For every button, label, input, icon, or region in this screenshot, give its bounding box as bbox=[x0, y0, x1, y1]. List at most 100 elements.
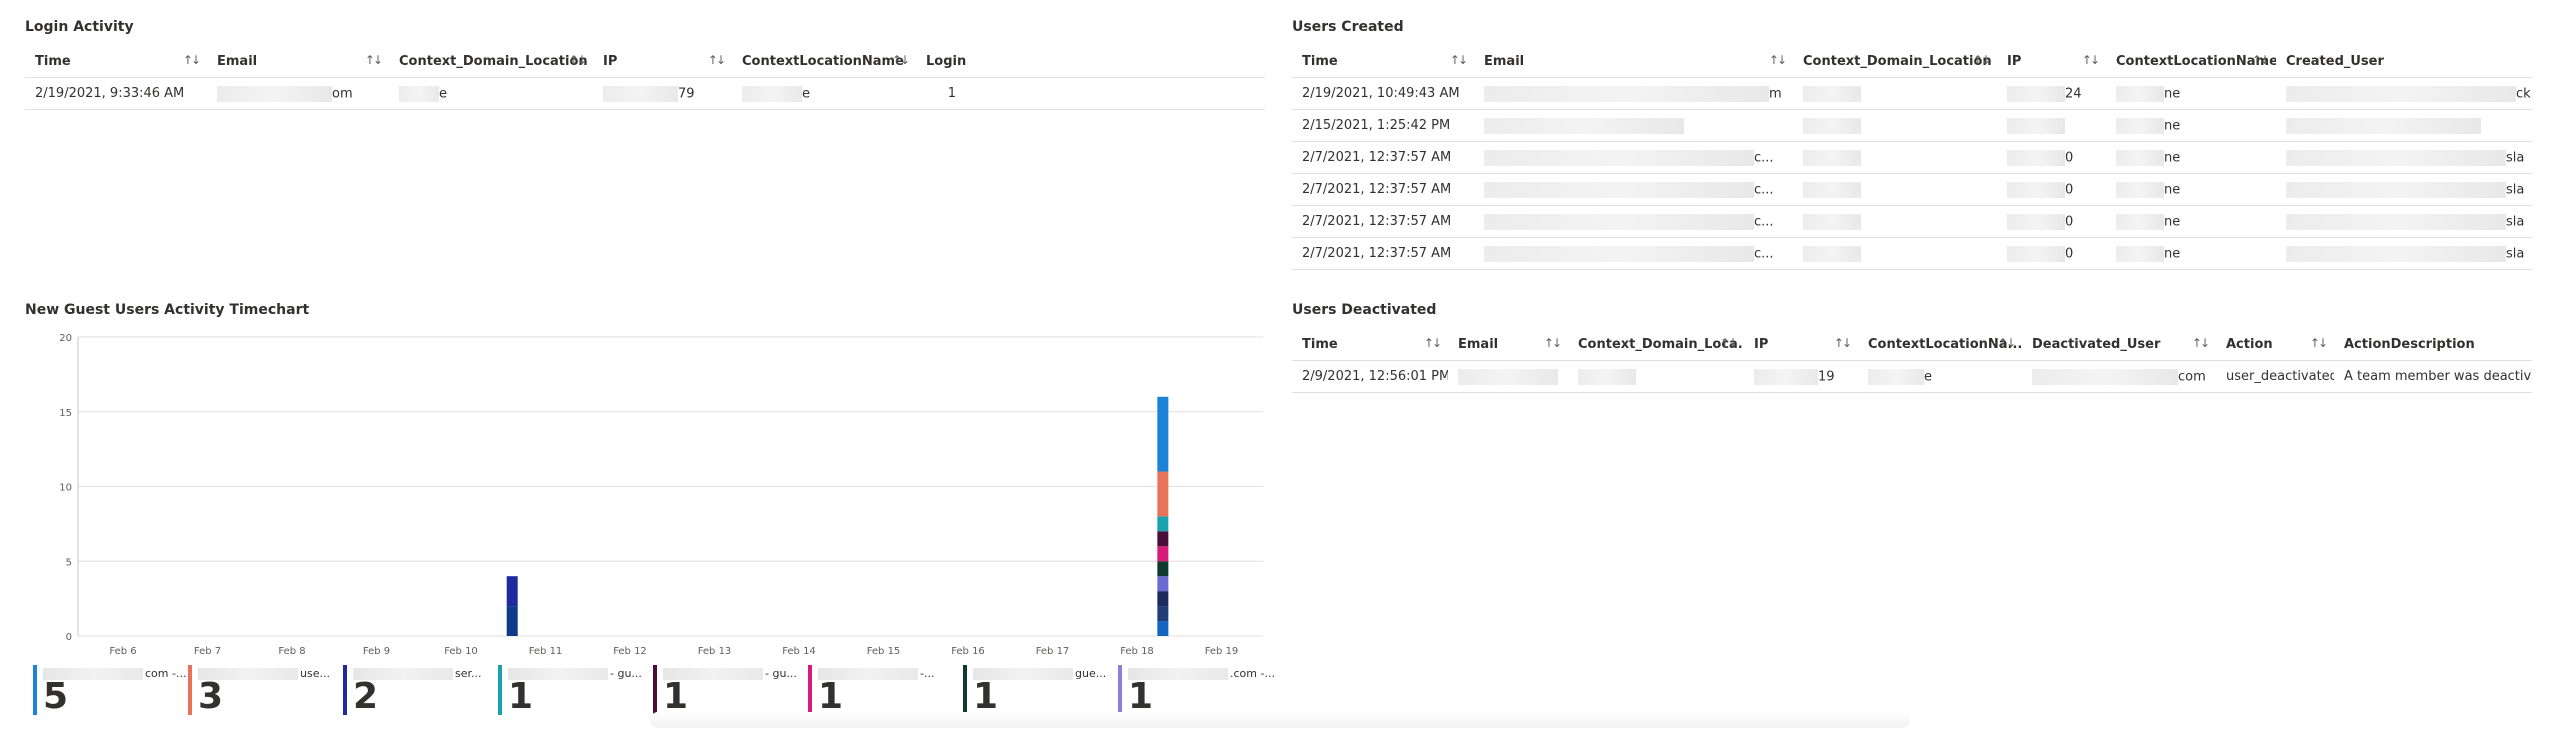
sort-icon[interactable]: ↑↓ bbox=[1424, 336, 1442, 350]
table-row[interactable]: 2/19/2021, 10:49:43 AM m 24 ne ck bbox=[1292, 77, 2532, 110]
table-row[interactable]: 2/9/2021, 12:56:01 PM 19 e com user_deac… bbox=[1292, 360, 2532, 393]
redacted-block bbox=[2286, 213, 2506, 230]
redacted-block bbox=[2007, 85, 2065, 102]
cell-ip: 0 bbox=[1997, 173, 2106, 206]
column-header-action[interactable]: Action ↑↓ bbox=[2216, 328, 2334, 361]
bar-segment bbox=[1157, 606, 1169, 622]
legend-item[interactable]: - gu... 1 bbox=[498, 665, 648, 717]
cell-domain bbox=[1793, 205, 1997, 238]
column-header-location[interactable]: ContextLocationNa... ↑↓ bbox=[1858, 328, 2022, 361]
cell-domain bbox=[1793, 237, 1997, 270]
column-header-location[interactable]: ContextLocationName ↑↓ bbox=[2106, 45, 2276, 78]
legend-count: 3 bbox=[198, 676, 224, 717]
bar-segment bbox=[1157, 531, 1169, 547]
sort-icon[interactable]: ↑↓ bbox=[1720, 336, 1738, 350]
legend-item[interactable]: use... 3 bbox=[188, 665, 338, 717]
table-header-row: Time ↑↓ Email ↑↓ Context_Domain_Loca... ↑↓ … bbox=[1292, 328, 2532, 361]
cell-ip: 24 bbox=[1997, 77, 2106, 110]
cell-email bbox=[1474, 109, 1793, 142]
cell-deactivated-user: com bbox=[2022, 360, 2216, 393]
column-header-email[interactable]: Email ↑↓ bbox=[1448, 328, 1568, 361]
sort-icon[interactable]: ↑↓ bbox=[1544, 336, 1562, 350]
horizontal-scrollbar[interactable] bbox=[650, 712, 1910, 728]
bar-segment bbox=[1157, 471, 1169, 517]
y-tick-label: 20 bbox=[59, 333, 72, 344]
redacted-block bbox=[2007, 149, 2065, 166]
sort-icon[interactable]: ↑↓ bbox=[1973, 53, 1991, 67]
cell-ip: 0 bbox=[1997, 141, 2106, 174]
column-header-time[interactable]: Time ↑↓ bbox=[1292, 328, 1448, 361]
redacted-block bbox=[1754, 368, 1818, 385]
column-header-ip[interactable]: IP ↑↓ bbox=[1997, 45, 2106, 78]
column-header-domain[interactable]: Context_Domain_Location ↑↓ bbox=[1793, 45, 1997, 78]
redacted-block bbox=[2286, 149, 2506, 166]
column-header-action-description[interactable]: ActionDescription bbox=[2334, 328, 2532, 361]
redacted-block bbox=[1484, 149, 1754, 166]
x-tick-label: Feb 18 bbox=[1120, 646, 1154, 657]
users-deactivated-title: Users Deactivated bbox=[1292, 302, 1437, 318]
redacted-block bbox=[2116, 85, 2164, 102]
redacted-block bbox=[2116, 213, 2164, 230]
table-row[interactable]: 2/7/2021, 12:37:57 AM c... 0 ne sla bbox=[1292, 205, 2532, 238]
redacted-block bbox=[1803, 85, 1861, 102]
legend-item[interactable]: - gu... 1 bbox=[653, 665, 803, 717]
cell-email: c... bbox=[1474, 141, 1793, 174]
cell-email: m bbox=[1474, 77, 1793, 110]
legend-color-swatch bbox=[1118, 665, 1122, 715]
table-row[interactable]: 2/7/2021, 12:37:57 AM c... 0 ne sla bbox=[1292, 141, 2532, 174]
legend-count: 1 bbox=[973, 676, 999, 717]
legend-item[interactable]: gue... 1 bbox=[963, 665, 1113, 717]
users-created-title: Users Created bbox=[1292, 19, 1404, 35]
cell-location: ne bbox=[2106, 109, 2276, 142]
x-tick-label: Feb 12 bbox=[613, 646, 647, 657]
legend-item[interactable]: com -... 5 bbox=[33, 665, 186, 717]
redacted-block bbox=[1803, 149, 1861, 166]
bar-segment bbox=[1157, 546, 1169, 562]
table-row[interactable]: 2/15/2021, 1:25:42 PM ne bbox=[1292, 109, 2532, 142]
bar-segment bbox=[1157, 561, 1169, 577]
redacted-block bbox=[2116, 245, 2164, 262]
column-header-time[interactable]: Time ↑↓ bbox=[1292, 45, 1474, 78]
table-row[interactable]: 2/7/2021, 12:37:57 AM c... 0 ne sla bbox=[1292, 173, 2532, 206]
redacted-block bbox=[2007, 117, 2065, 134]
table-row[interactable]: 2/7/2021, 12:37:57 AM c... 0 ne sla bbox=[1292, 237, 2532, 270]
cell-time: 2/7/2021, 12:37:57 AM bbox=[1292, 205, 1474, 238]
column-header-deactivated-user[interactable]: Deactivated_User ↑↓ bbox=[2022, 328, 2216, 361]
legend-count: 1 bbox=[663, 676, 689, 717]
sort-icon[interactable]: ↑↓ bbox=[1450, 53, 1468, 67]
column-header-domain[interactable]: Context_Domain_Loca... ↑↓ bbox=[1568, 328, 1744, 361]
cell-domain bbox=[1568, 360, 1744, 393]
column-header-created-user[interactable]: Created_User bbox=[2276, 45, 2532, 78]
cell-location: e bbox=[1858, 360, 2022, 393]
bar-segment bbox=[1157, 576, 1169, 592]
redacted-block bbox=[1484, 213, 1754, 230]
cell-time: 2/19/2021, 10:49:43 AM bbox=[1292, 77, 1474, 110]
x-tick-label: Feb 15 bbox=[867, 646, 901, 657]
column-header-email[interactable]: Email ↑↓ bbox=[1474, 45, 1793, 78]
x-tick-label: Feb 14 bbox=[782, 646, 816, 657]
bar-segment bbox=[1157, 396, 1169, 472]
legend-color-swatch bbox=[808, 665, 812, 715]
sort-icon[interactable]: ↑↓ bbox=[2082, 53, 2100, 67]
cell-action: user_deactivated bbox=[2216, 360, 2334, 393]
sort-icon[interactable]: ↑↓ bbox=[2192, 336, 2210, 350]
legend-item[interactable]: .com -... 1 bbox=[1118, 665, 1275, 717]
sort-icon[interactable]: ↑↓ bbox=[2310, 336, 2328, 350]
redacted-block bbox=[2116, 181, 2164, 198]
column-header-ip[interactable]: IP ↑↓ bbox=[1744, 328, 1858, 361]
users-deactivated-table: Time ↑↓ Email ↑↓ Context_Domain_Loca... ↑↓ … bbox=[1292, 328, 2532, 393]
sort-icon[interactable]: ↑↓ bbox=[2252, 53, 2270, 67]
y-tick-label: 5 bbox=[66, 557, 72, 568]
bar-segment bbox=[1157, 621, 1169, 636]
bar-segment bbox=[506, 606, 518, 636]
sort-icon[interactable]: ↑↓ bbox=[1998, 336, 2016, 350]
sort-icon[interactable]: ↑↓ bbox=[1834, 336, 1852, 350]
legend-item[interactable]: ser... 2 bbox=[343, 665, 493, 717]
legend-color-swatch bbox=[653, 665, 657, 715]
sort-icon[interactable]: ↑↓ bbox=[1769, 53, 1787, 67]
cell-created-user: sla bbox=[2276, 173, 2532, 206]
legend-item[interactable]: -... 1 bbox=[808, 665, 958, 717]
cell-email: c... bbox=[1474, 205, 1793, 238]
guest-users-timechart: 0 5 10 15 20 Feb 6 Feb 7 Feb 8 Feb 9 Feb 10 Feb 11… bbox=[59, 333, 1263, 657]
cell-time: 2/7/2021, 12:37:57 AM bbox=[1292, 173, 1474, 206]
